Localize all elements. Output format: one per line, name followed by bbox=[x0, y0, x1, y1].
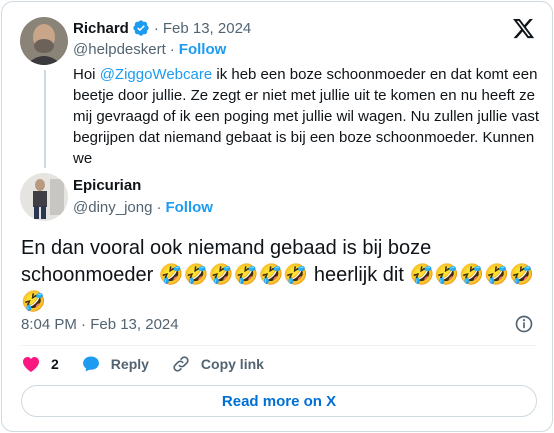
reply-author-row: Epicurian bbox=[73, 177, 141, 194]
epicurian-avatar[interactable] bbox=[20, 173, 68, 221]
tweet-timestamp[interactable]: 8:04 PM · Feb 13, 2024 bbox=[21, 316, 179, 333]
divider bbox=[21, 345, 537, 346]
quoted-handle[interactable]: @helpdeskert bbox=[73, 41, 166, 58]
copy-link-label: Copy link bbox=[200, 356, 264, 372]
action-bar: 2 Reply Copy link bbox=[21, 354, 286, 374]
separator: · bbox=[156, 199, 162, 216]
reply-tweet-text: En dan vooral ook niemand gebaad is bij … bbox=[21, 235, 541, 315]
mention-link[interactable]: @ZiggoWebcare bbox=[100, 66, 213, 83]
reply-handle[interactable]: @diny_jong bbox=[73, 199, 152, 216]
verified-badge-icon bbox=[132, 19, 150, 37]
reply-button[interactable]: Reply bbox=[81, 354, 149, 374]
link-icon bbox=[173, 356, 189, 372]
separator: · bbox=[169, 41, 175, 58]
x-logo-icon[interactable] bbox=[513, 19, 535, 44]
reply-icon bbox=[82, 356, 99, 372]
quoted-handle-row: @helpdeskert · Follow bbox=[73, 41, 226, 58]
reply-author-name[interactable]: Epicurian bbox=[73, 177, 141, 194]
emoji-group-1: 🤣🤣🤣🤣🤣🤣 bbox=[158, 262, 309, 286]
thread-line bbox=[44, 70, 46, 168]
reply-handle-row: @diny_jong · Follow bbox=[73, 199, 213, 216]
richard-avatar[interactable] bbox=[20, 17, 68, 65]
quoted-date[interactable]: Feb 13, 2024 bbox=[163, 20, 251, 37]
follow-button[interactable]: Follow bbox=[179, 41, 227, 58]
copy-link-button[interactable]: Copy link bbox=[171, 354, 264, 374]
heart-icon bbox=[23, 357, 39, 372]
embedded-tweet-card: Richard · Feb 13, 2024 @helpdeskert · Fo… bbox=[1, 1, 553, 432]
reply-label: Reply bbox=[110, 356, 149, 372]
follow-button[interactable]: Follow bbox=[165, 199, 213, 216]
quoted-author-row: Richard · Feb 13, 2024 bbox=[73, 19, 251, 37]
quoted-tweet-text: Hoi @ZiggoWebcare ik heb een boze schoon… bbox=[73, 64, 541, 169]
quoted-author-name[interactable]: Richard bbox=[73, 20, 129, 37]
read-more-button[interactable]: Read more on X bbox=[21, 385, 537, 417]
quoted-text-start: Hoi bbox=[73, 66, 100, 83]
like-button[interactable]: 2 bbox=[21, 354, 59, 374]
like-count: 2 bbox=[51, 356, 59, 372]
separator: · bbox=[153, 19, 159, 37]
info-icon[interactable] bbox=[514, 314, 534, 339]
reply-text-part2: heerlijk dit bbox=[308, 264, 410, 286]
